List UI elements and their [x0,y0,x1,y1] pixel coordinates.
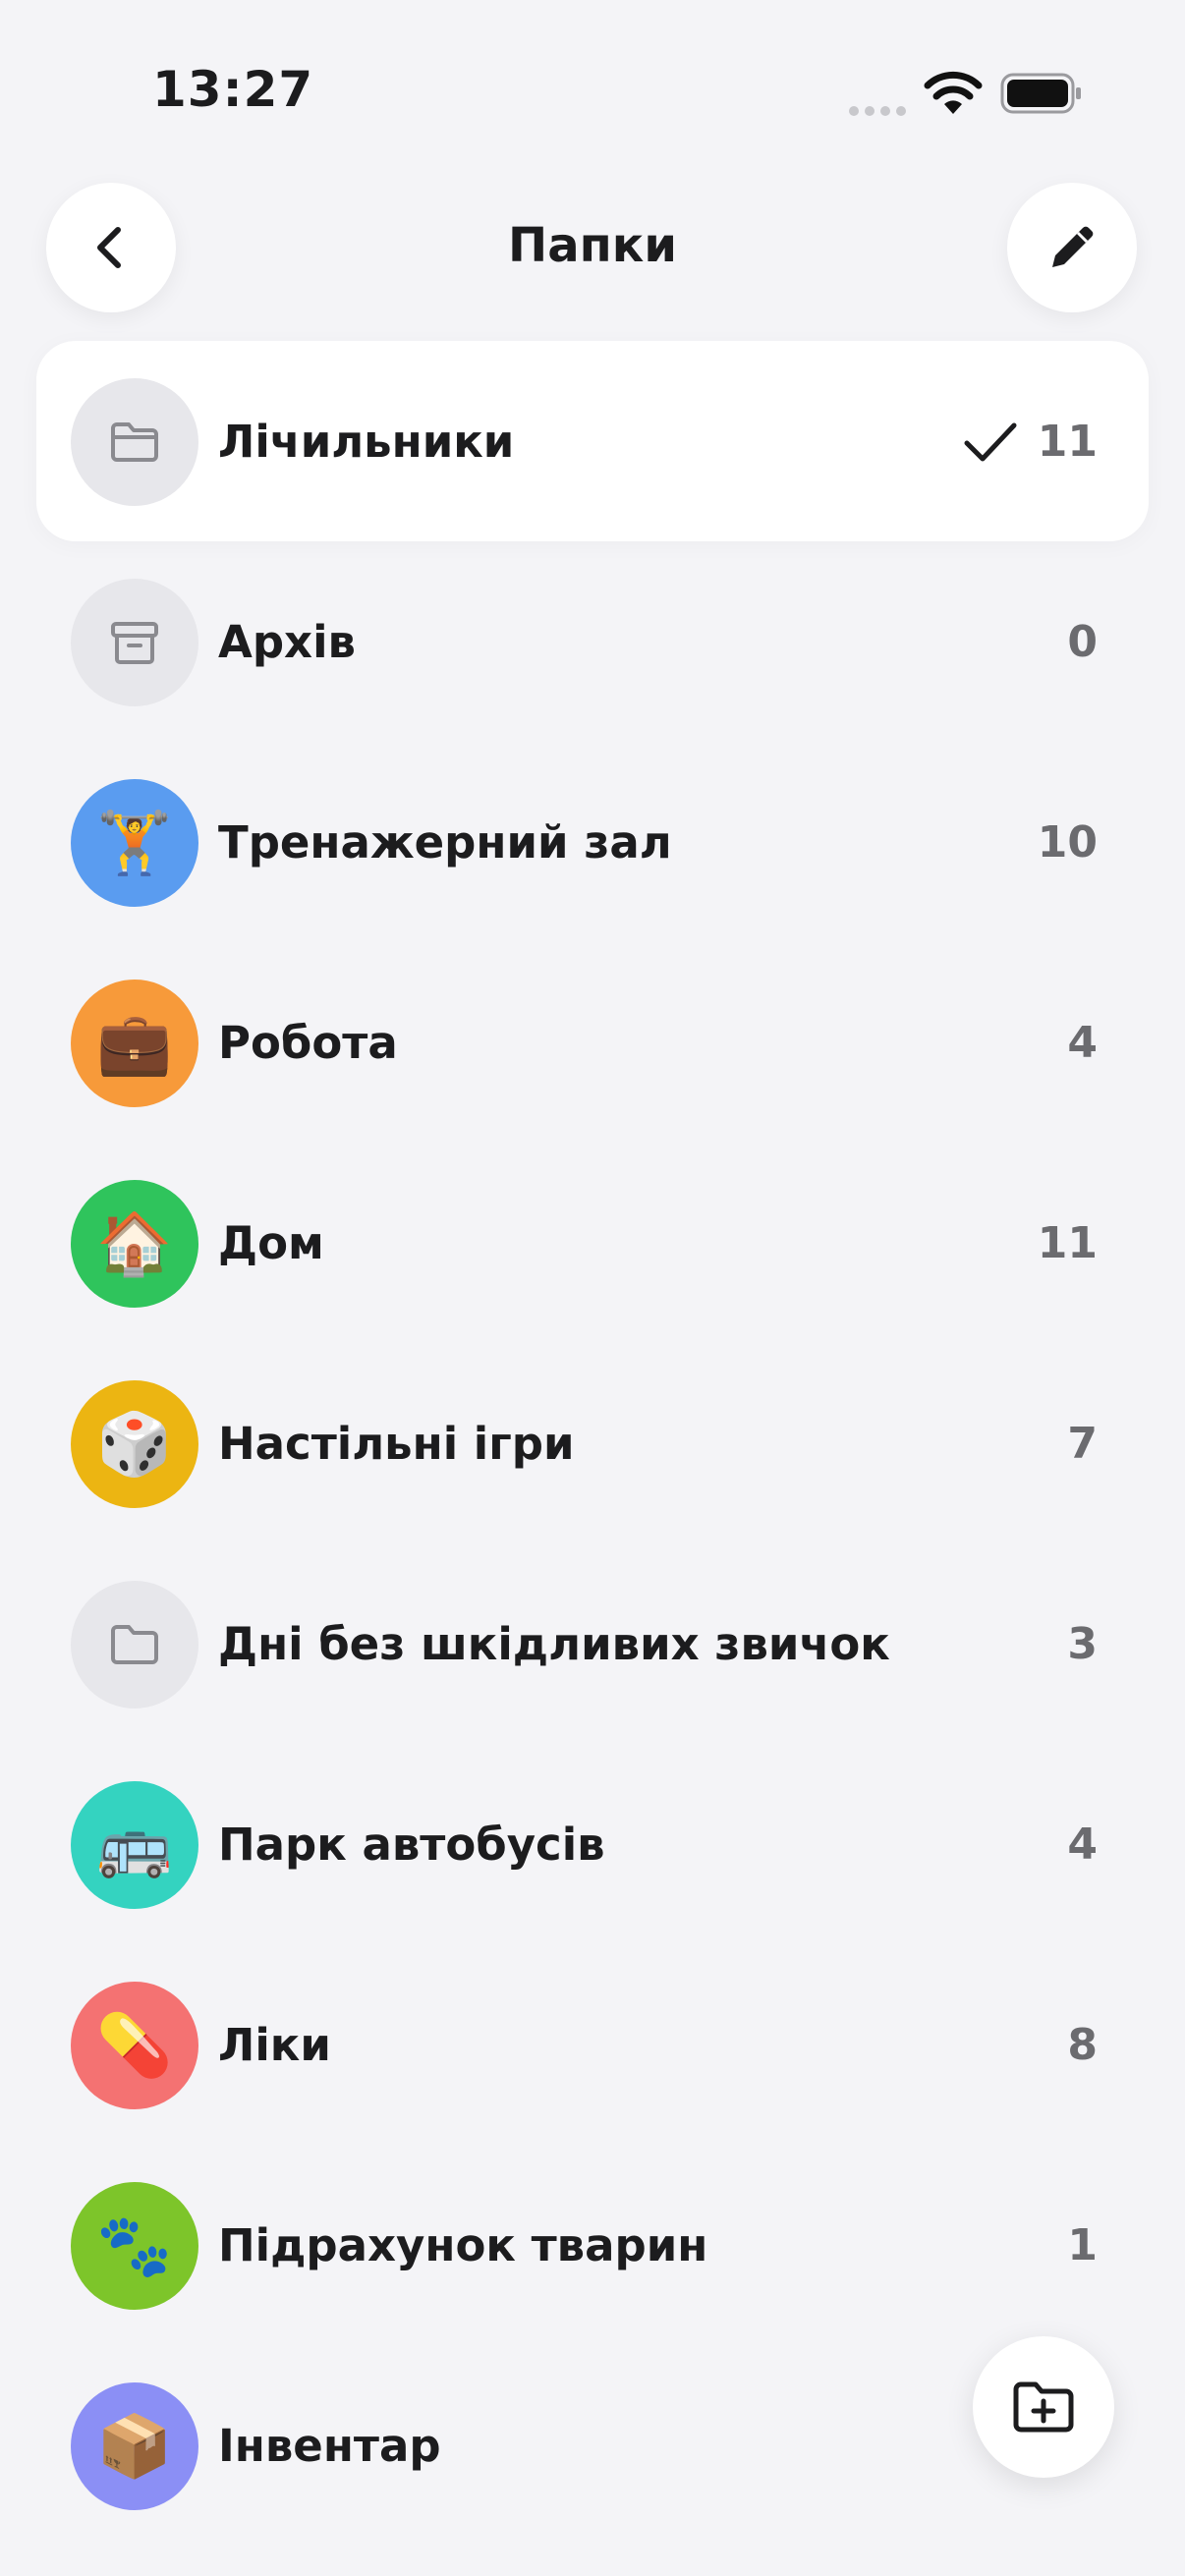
folder-label: Архів [218,615,356,668]
wifi-icon [924,71,983,114]
cellular-signal-icon [849,106,906,116]
status-time: 13:27 [152,61,314,118]
bus-emoji: 🚌 [71,1781,198,1909]
folder-label: Дні без шкідливих звичок [218,1617,890,1670]
add-folder-button[interactable] [973,2336,1114,2478]
folder-row-medicine[interactable]: 💊 Ліки 8 [0,1944,1185,2145]
folder-count: 7 [1067,1418,1098,1469]
package-emoji: 📦 [71,2382,198,2510]
folder-count: 11 [1037,1217,1098,1268]
pill-emoji: 💊 [71,1982,198,2109]
folder-row-gym[interactable]: 🏋️ Тренажерний зал 10 [0,742,1185,942]
folder-label: Тренажерний зал [218,815,672,868]
pencil-icon [1052,226,1094,267]
folder-count: 11 [1037,416,1098,467]
folder-icon [71,1581,198,1708]
archive-icon [71,579,198,706]
folder-icon [71,378,198,506]
paw-prints-emoji: 🐾 [71,2182,198,2310]
house-emoji: 🏠 [71,1180,198,1308]
folder-label: Настільні ігри [218,1417,575,1470]
folder-count: 0 [1067,616,1098,667]
folder-count: 4 [1067,1017,1098,1068]
folder-label: Дом [218,1216,324,1269]
folder-row-bus-park[interactable]: 🚌 Парк автобусів 4 [0,1744,1185,1944]
folder-plus-icon [1013,2381,1074,2433]
checkmark-icon [964,422,1017,462]
folder-count: 1 [1067,2219,1098,2270]
folder-count: 4 [1067,1819,1098,1870]
status-bar: 13:27 [0,0,1185,177]
battery-icon [1000,73,1081,114]
folder-row-lichylnyky[interactable]: Лічильники 11 [36,341,1149,541]
folder-label: Парк автобусів [218,1818,605,1871]
folder-list: Лічильники 11 Архів 0 🏋️ Тренажерний зал… [0,341,1185,2546]
folder-label: Ліки [218,2018,331,2071]
folder-count: 8 [1067,2019,1098,2070]
folder-row-habits[interactable]: Дні без шкідливих звичок 3 [0,1543,1185,1744]
folder-row-animals[interactable]: 🐾 Підрахунок тварин 1 [0,2145,1185,2345]
edit-button[interactable] [1007,183,1137,312]
briefcase-emoji: 💼 [71,980,198,1107]
dice-emoji: 🎲 [71,1380,198,1508]
folder-label: Підрахунок тварин [218,2218,708,2271]
folder-count: 3 [1067,1618,1098,1669]
folder-row-arkhiv[interactable]: Архів 0 [0,541,1185,742]
folder-row-work[interactable]: 💼 Робота 4 [0,942,1185,1143]
folder-row-board-games[interactable]: 🎲 Настільні ігри 7 [0,1343,1185,1543]
folder-label: Робота [218,1016,398,1069]
folder-row-home[interactable]: 🏠 Дом 11 [0,1143,1185,1343]
folder-count: 10 [1037,816,1098,868]
folder-label: Інвентар [218,2419,441,2472]
weightlifter-emoji: 🏋️ [71,779,198,907]
folder-label: Лічильники [218,415,515,468]
